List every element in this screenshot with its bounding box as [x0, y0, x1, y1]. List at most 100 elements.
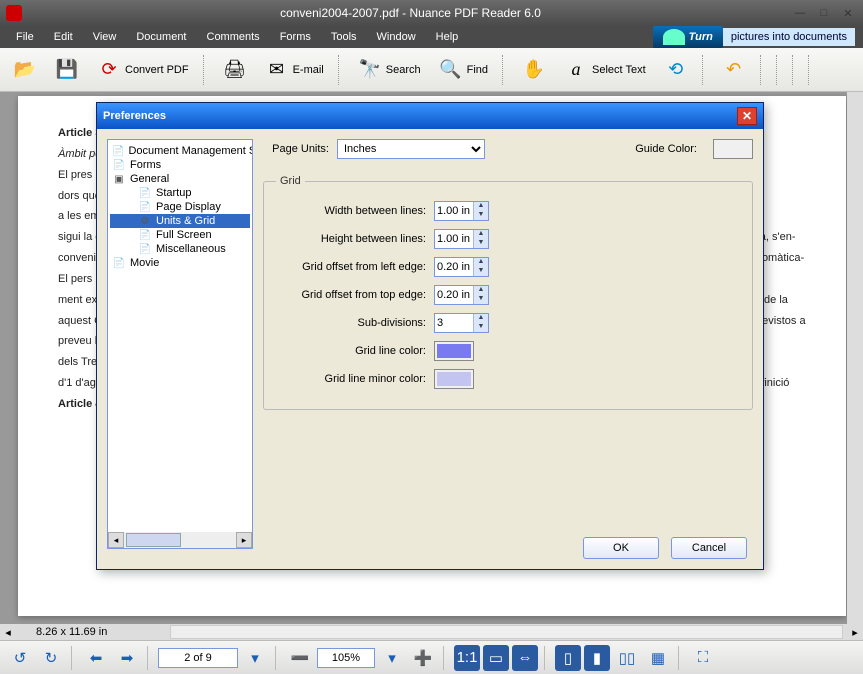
menu-view[interactable]: View: [85, 29, 125, 45]
tree-label: Forms: [130, 159, 161, 171]
height-label: Height between lines:: [276, 233, 426, 245]
scroll-right-icon[interactable]: ▸: [847, 626, 863, 639]
vertical-scrollbar[interactable]: [847, 92, 863, 624]
scroll-left-icon[interactable]: ◂: [108, 532, 124, 548]
rotate-ccw-button[interactable]: ↺: [6, 645, 34, 671]
maximize-button[interactable]: □: [815, 6, 833, 20]
menu-comments[interactable]: Comments: [199, 29, 268, 45]
nav-separator: [544, 646, 549, 670]
zoom-dropdown-button[interactable]: ▾: [378, 645, 406, 671]
turn-promo[interactable]: Turn pictures into documents: [653, 26, 855, 48]
hand-tool-button[interactable]: ✋: [515, 54, 553, 86]
fit-width-button[interactable]: ⇔: [512, 645, 538, 671]
rotate-cw-button[interactable]: ↻: [37, 645, 65, 671]
tree-item-document-management[interactable]: 📄Document Management S: [110, 144, 250, 158]
search-button[interactable]: 🔭Search: [351, 54, 428, 86]
horizontal-scrollbar[interactable]: [170, 625, 843, 639]
close-button[interactable]: ✕: [839, 6, 857, 20]
tree-item-units-grid[interactable]: ⚙Units & Grid: [110, 214, 250, 228]
menu-help[interactable]: Help: [428, 29, 467, 45]
scroll-thumb[interactable]: [126, 533, 181, 547]
menu-tools[interactable]: Tools: [323, 29, 365, 45]
select-text-button[interactable]: aSelect Text: [557, 54, 653, 86]
next-page-button[interactable]: ➡: [113, 645, 141, 671]
offset-top-input[interactable]: [435, 286, 473, 304]
tree-item-general[interactable]: ▣General: [110, 172, 250, 186]
zoom-in-button[interactable]: ➕: [409, 645, 437, 671]
menu-file[interactable]: File: [8, 29, 42, 45]
zoom-field[interactable]: [317, 648, 375, 668]
preferences-tree[interactable]: 📄Document Management S 📄Forms ▣General 📄…: [107, 139, 253, 549]
menu-forms[interactable]: Forms: [272, 29, 319, 45]
save-button[interactable]: 💾: [48, 54, 86, 86]
spin-up-icon[interactable]: ▲: [474, 258, 488, 267]
find-button[interactable]: 🔍Find: [432, 54, 495, 86]
set-icon: ⟲: [664, 58, 688, 82]
open-button[interactable]: 📂: [6, 54, 44, 86]
minimize-button[interactable]: —: [791, 6, 809, 20]
page-dropdown-button[interactable]: ▾: [241, 645, 269, 671]
actual-size-button[interactable]: 1:1: [454, 645, 480, 671]
tree-item-startup[interactable]: 📄Startup: [110, 186, 250, 200]
spin-up-icon[interactable]: ▲: [474, 230, 488, 239]
cancel-button[interactable]: Cancel: [671, 537, 747, 559]
convert-pdf-button[interactable]: ⟳Convert PDF: [90, 54, 196, 86]
email-button[interactable]: ✉E-mail: [258, 54, 331, 86]
page-number-field[interactable]: [158, 648, 238, 668]
tree-item-movie[interactable]: 📄Movie: [110, 256, 250, 270]
subdivisions-input[interactable]: [435, 314, 473, 332]
print-button[interactable]: 🖨: [216, 54, 254, 86]
offset-left-spinner[interactable]: ▲▼: [434, 257, 489, 277]
continuous-facing-button[interactable]: ▦: [644, 645, 672, 671]
menu-window[interactable]: Window: [369, 29, 424, 45]
offset-left-input[interactable]: [435, 258, 473, 276]
grid-line-color-button[interactable]: [434, 341, 474, 361]
facing-button[interactable]: ▯▯: [613, 645, 641, 671]
single-page-button[interactable]: ▯: [555, 645, 581, 671]
toolbar-separator: [203, 55, 209, 85]
article-heading: Article 3: [58, 127, 101, 139]
fit-page-button[interactable]: ▭: [483, 645, 509, 671]
spin-down-icon[interactable]: ▼: [474, 211, 488, 220]
offset-top-spinner[interactable]: ▲▼: [434, 285, 489, 305]
menu-document[interactable]: Document: [128, 29, 194, 45]
spin-up-icon[interactable]: ▲: [474, 202, 488, 211]
fullscreen-button[interactable]: ⛶: [689, 645, 717, 671]
menu-edit[interactable]: Edit: [46, 29, 81, 45]
color-swatch: [437, 344, 471, 358]
prev-page-button[interactable]: ⬅: [82, 645, 110, 671]
scroll-right-icon[interactable]: ▸: [236, 532, 252, 548]
tree-item-full-screen[interactable]: 📄Full Screen: [110, 228, 250, 242]
continuous-button[interactable]: ▮: [584, 645, 610, 671]
tree-item-miscellaneous[interactable]: 📄Miscellaneous: [110, 242, 250, 256]
zoom-out-button[interactable]: ➖: [286, 645, 314, 671]
subdivisions-spinner[interactable]: ▲▼: [434, 313, 489, 333]
spin-down-icon[interactable]: ▼: [474, 239, 488, 248]
set-button[interactable]: ⟲: [657, 54, 695, 86]
height-spinner[interactable]: ▲▼: [434, 229, 489, 249]
grid-minor-color-button[interactable]: [434, 369, 474, 389]
guide-color-label: Guide Color:: [635, 143, 697, 155]
width-spinner[interactable]: ▲▼: [434, 201, 489, 221]
spin-down-icon[interactable]: ▼: [474, 295, 488, 304]
tree-item-page-display[interactable]: 📄Page Display: [110, 200, 250, 214]
guide-color-button[interactable]: [713, 139, 753, 159]
dialog-close-button[interactable]: ✕: [737, 107, 757, 125]
spin-up-icon[interactable]: ▲: [474, 314, 488, 323]
settings-panel: Page Units: Inches Guide Color: Grid Wid…: [263, 139, 753, 559]
tree-item-forms[interactable]: 📄Forms: [110, 158, 250, 172]
spin-down-icon[interactable]: ▼: [474, 323, 488, 332]
scroll-left-icon[interactable]: ◂: [0, 626, 16, 639]
ok-button[interactable]: OK: [583, 537, 659, 559]
width-input[interactable]: [435, 202, 473, 220]
height-input[interactable]: [435, 230, 473, 248]
page-icon: 📄: [138, 229, 152, 241]
spin-up-icon[interactable]: ▲: [474, 286, 488, 295]
menubar: File Edit View Document Comments Forms T…: [0, 26, 863, 48]
tree-horizontal-scrollbar[interactable]: ◂ ▸: [108, 532, 252, 548]
page-units-select[interactable]: Inches: [337, 139, 485, 159]
turn-text: pictures into documents: [723, 28, 855, 46]
spin-down-icon[interactable]: ▼: [474, 267, 488, 276]
undo-button[interactable]: ↶: [715, 54, 753, 86]
app-icon: [6, 5, 22, 21]
